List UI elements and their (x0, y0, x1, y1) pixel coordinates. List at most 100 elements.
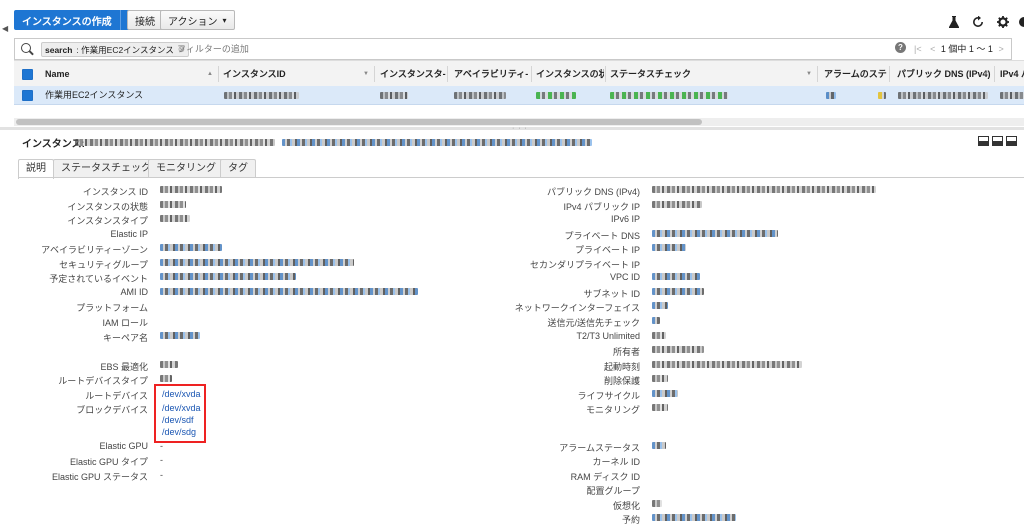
redacted-value (224, 92, 299, 99)
scrollbar-thumb[interactable] (16, 119, 702, 125)
field-label: モニタリング (585, 405, 640, 415)
column-header-label: IPv4 パ (1000, 69, 1024, 79)
tab-description[interactable]: 説明 (18, 159, 54, 179)
layout-split-icon[interactable] (992, 136, 1003, 146)
row-checkbox[interactable] (22, 90, 33, 101)
filter-chip-value: : 作業用EC2インスタンス (76, 44, 174, 55)
field-label: 起動時刻 (603, 362, 640, 372)
column-header-label: ステータスチェック (610, 69, 692, 79)
launch-instance-button[interactable]: インスタンスの作成 ▾ (14, 10, 139, 30)
field-label: パブリック DNS (IPv4) (546, 187, 640, 197)
sort-icon: ▼ (363, 71, 369, 77)
layout-bottom-icon[interactable] (978, 136, 989, 146)
tab-monitoring[interactable]: モニタリング (148, 159, 224, 178)
column-header-label: Name (45, 69, 70, 79)
redacted-value (160, 361, 178, 368)
redacted-value (160, 273, 296, 280)
redacted-value (652, 288, 704, 295)
column-header[interactable]: IPv4 パ (1000, 61, 1024, 87)
column-header[interactable]: インスタンスID ▼ (223, 61, 373, 87)
resize-handle-icon[interactable]: · · · (512, 125, 528, 132)
chevron-down-icon: ▾ (222, 15, 227, 25)
column-header-label: アベイラビリティ- (454, 69, 529, 79)
field-label: IPv6 IP (610, 214, 640, 224)
table-header: Name ▲ インスタンスID ▼ インスタンスタ- アベイラビリティ- インスタン… (14, 60, 1024, 88)
prev-page-icon[interactable]: < (930, 44, 935, 54)
redacted-value (652, 442, 666, 449)
filter-chip[interactable]: search : 作業用EC2インスタンス ⊗ (41, 42, 189, 57)
column-header[interactable]: アベイラビリティ- (454, 61, 530, 87)
collapse-sidebar-icon[interactable]: ◀ (2, 24, 8, 33)
field-label: VPC ID (609, 272, 640, 282)
pager-text: 1 個中 1 〜 1 (940, 44, 993, 54)
connect-button[interactable]: 接続 (127, 10, 163, 30)
field-label: キーペア名 (102, 333, 148, 343)
redacted-value (610, 92, 728, 99)
tab-divider (18, 177, 1024, 178)
column-header[interactable]: インスタンスの状 (536, 61, 604, 87)
field-label: Elastic GPU タイプ (69, 457, 148, 467)
flask-icon[interactable] (949, 16, 959, 30)
field-label: 予約 (621, 515, 640, 525)
field-label: ブロックデバイス (76, 405, 148, 415)
column-header[interactable]: Name ▲ (45, 61, 217, 87)
column-header[interactable]: アラームのステ (824, 61, 888, 87)
highlight-box (154, 384, 206, 443)
field-label: 配置グループ (586, 486, 640, 496)
field-label: インスタンスタイプ (67, 216, 148, 226)
pagination: |< < 1 個中 1 〜 1 > (911, 42, 1007, 55)
redacted-value (652, 186, 876, 193)
redacted-value (282, 139, 592, 146)
layout-full-icon[interactable] (1006, 136, 1017, 146)
field-label: アベイラビリティーゾーン (41, 245, 148, 255)
help-icon[interactable] (1018, 16, 1024, 30)
refresh-icon[interactable] (972, 15, 984, 30)
first-page-icon[interactable]: |< (914, 44, 922, 54)
search-bar[interactable]: search : 作業用EC2インスタンス ⊗ フィルターの追加 ? |< < … (14, 38, 1012, 60)
redacted-value (380, 92, 408, 99)
filter-input[interactable]: フィルターの追加 (177, 42, 249, 55)
column-header[interactable]: ステータスチェック ▼ (610, 61, 816, 87)
redacted-value (160, 259, 354, 266)
field-label: 削除保護 (603, 376, 640, 386)
field-label: プライベート DNS (564, 231, 640, 241)
tab-tags[interactable]: タグ (220, 159, 256, 178)
field-label: ライフサイクル (577, 391, 640, 401)
redacted-value (652, 273, 700, 280)
sort-icon: ▼ (983, 71, 989, 77)
redacted-value (652, 201, 702, 208)
next-page-icon[interactable]: > (998, 44, 1003, 54)
tab-status-checks[interactable]: ステータスチェック (53, 159, 159, 178)
field-label: 送信元/送信先チェック (547, 318, 640, 328)
redacted-value (652, 317, 660, 324)
redacted-value (652, 332, 666, 339)
elastic-gpu-value: - (160, 441, 163, 451)
redacted-value (652, 500, 662, 507)
field-label: ルートデバイス (85, 391, 148, 401)
redacted-value (652, 361, 802, 368)
actions-button[interactable]: アクション ▾ (160, 10, 235, 30)
column-header-label: インスタンスID (223, 69, 286, 79)
redacted-value (898, 92, 988, 99)
redacted-value (878, 92, 886, 99)
field-label: セカンダリプライベート IP (529, 260, 640, 270)
redacted-value (826, 92, 836, 99)
redacted-value (652, 404, 668, 411)
redacted-value (75, 139, 275, 146)
field-label: プラットフォーム (76, 303, 148, 313)
column-header-label: アラームのステ (824, 69, 887, 79)
column-header[interactable]: パブリック DNS (IPv4) ▼ (897, 61, 993, 87)
gear-icon[interactable] (997, 16, 1009, 30)
field-label: EBS 最適化 (100, 362, 148, 372)
table-row[interactable]: 作業用EC2インスタンス (14, 86, 1024, 105)
redacted-value (160, 186, 222, 193)
sort-asc-icon: ▲ (207, 71, 213, 77)
redacted-value (652, 390, 678, 397)
redacted-value (160, 288, 418, 295)
help-circle-icon[interactable]: ? (895, 42, 906, 53)
pane-layout-controls (978, 136, 1017, 146)
redacted-value (652, 244, 686, 251)
column-header[interactable]: インスタンスタ- (380, 61, 446, 87)
redacted-value (652, 346, 704, 353)
select-all-checkbox[interactable] (22, 69, 33, 80)
